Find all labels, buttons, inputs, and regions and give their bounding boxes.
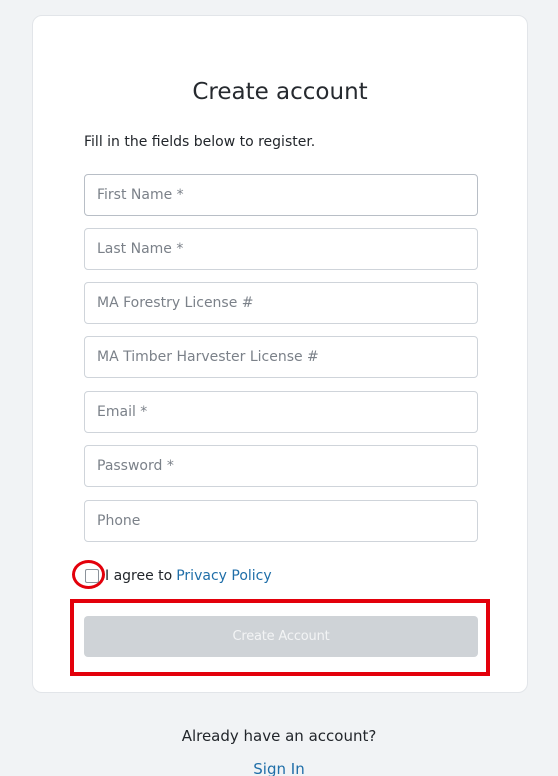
email-field[interactable] [84, 391, 478, 433]
last-name-field[interactable] [84, 228, 478, 270]
forestry-license-field[interactable] [84, 282, 478, 324]
agree-label: I agree to [105, 568, 173, 584]
privacy-policy-link[interactable]: Privacy Policy [176, 568, 271, 584]
account-question: Already have an account? [181, 727, 377, 745]
sign-in-link[interactable]: Sign In [0, 760, 558, 776]
password-field[interactable] [84, 445, 478, 487]
create-account-page: Create account Fill in the fields below … [0, 0, 558, 776]
timber-harvester-license-field[interactable] [84, 336, 478, 378]
first-name-field[interactable] [84, 174, 478, 216]
privacy-agreement: I agree to Privacy Policy [85, 564, 272, 588]
create-account-button[interactable]: Create Account [84, 616, 478, 657]
phone-field[interactable] [84, 500, 478, 542]
privacy-agree-checkbox[interactable] [85, 569, 99, 583]
form-subtitle: Fill in the fields below to register. [84, 134, 316, 150]
create-account-card: Create account Fill in the fields below … [32, 15, 528, 693]
page-title: Create account [192, 79, 368, 105]
